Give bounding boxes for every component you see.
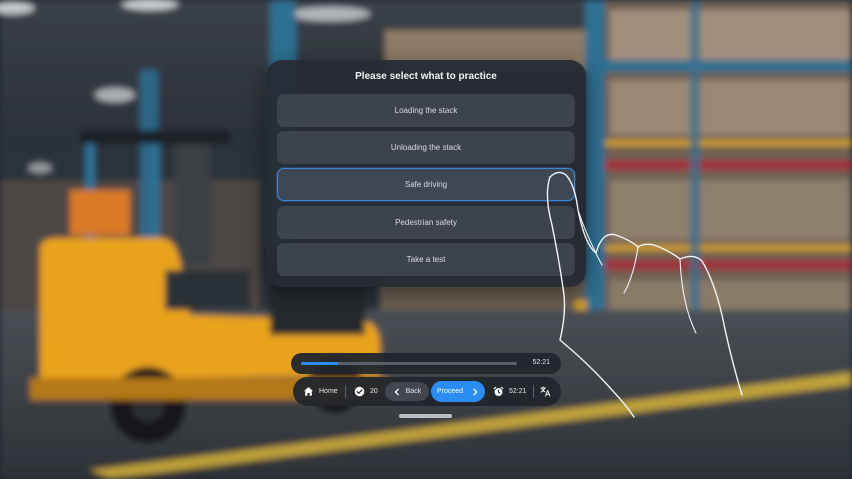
back-label: Back bbox=[405, 388, 422, 395]
progress-fill bbox=[301, 362, 338, 365]
back-button[interactable]: Back bbox=[385, 382, 429, 401]
panel-title: Please select what to practice bbox=[355, 71, 497, 82]
progress-track bbox=[301, 362, 517, 365]
option-unloading-the-stack[interactable]: Unloading the stack bbox=[277, 131, 575, 164]
pointing-hand-outline bbox=[546, 171, 743, 418]
proceed-label: Proceed bbox=[436, 388, 464, 395]
completed-counter: 20 bbox=[354, 377, 378, 406]
toolbar-divider bbox=[345, 385, 346, 398]
proceed-button[interactable]: Proceed bbox=[431, 381, 485, 402]
chevron-left-icon bbox=[393, 388, 401, 396]
home-icon bbox=[303, 386, 314, 397]
home-button[interactable]: Home bbox=[303, 377, 338, 406]
bottom-toolbar: Home 20 Back Proceed 52:21 bbox=[293, 377, 561, 406]
chevron-right-icon bbox=[471, 388, 479, 396]
home-label: Home bbox=[319, 388, 338, 395]
timer-value: 52:21 bbox=[509, 388, 527, 395]
alarm-clock-icon bbox=[493, 386, 504, 397]
session-timer: 52:21 bbox=[493, 377, 527, 406]
progress-bar-container: 52:21 bbox=[291, 353, 561, 374]
option-loading-the-stack[interactable]: Loading the stack bbox=[277, 94, 575, 127]
home-indicator bbox=[399, 414, 452, 418]
completed-count: 20 bbox=[370, 388, 378, 395]
check-circle-icon bbox=[354, 386, 365, 397]
